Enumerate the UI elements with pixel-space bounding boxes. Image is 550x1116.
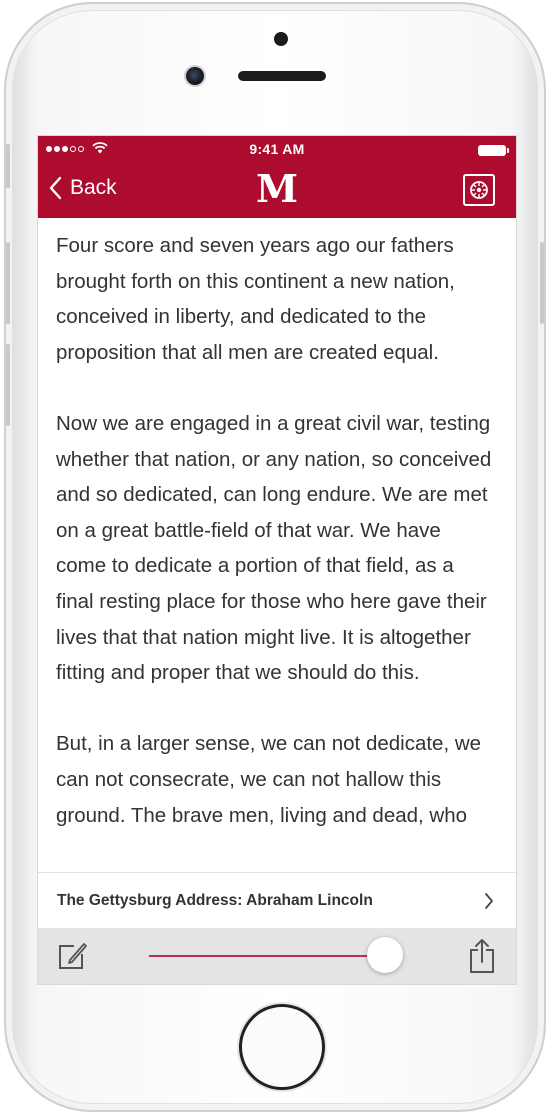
paragraph: Now we are engaged in a great civil war,… — [56, 411, 492, 685]
navigation-bar: 9:41 AM Back M — [38, 136, 516, 218]
share-button[interactable] — [468, 938, 496, 979]
reading-content[interactable]: Four score and seven years ago our fathe… — [56, 228, 496, 870]
power-button — [540, 242, 544, 324]
volume-down-button — [6, 344, 10, 426]
chapter-title: The Gettysburg Address: Abraham Lincoln — [57, 891, 373, 909]
earpiece-speaker — [238, 71, 326, 81]
edit-note-icon — [59, 943, 87, 969]
status-time: 9:41 AM — [249, 141, 305, 157]
mute-switch — [6, 144, 10, 188]
reader-settings-button[interactable] — [463, 174, 495, 206]
app-logo: M — [255, 166, 299, 211]
bottom-toolbar — [38, 928, 516, 984]
proximity-sensor — [274, 32, 288, 46]
chapter-bar[interactable]: The Gettysburg Address: Abraham Lincoln — [38, 872, 516, 928]
reader-settings-icon — [470, 181, 488, 199]
battery-icon — [478, 145, 509, 156]
chevron-right-icon — [485, 892, 493, 909]
status-bar: 9:41 AM — [38, 136, 516, 162]
note-button[interactable] — [56, 940, 88, 977]
front-camera — [186, 67, 204, 85]
home-button[interactable] — [239, 1004, 325, 1090]
paragraph: But, in a larger sense, we can not dedic… — [56, 732, 482, 827]
font-size-slider-track[interactable] — [149, 955, 385, 957]
app-screen: 9:41 AM Back M Four score and seven year… — [38, 136, 516, 984]
share-icon — [470, 939, 494, 973]
font-size-slider-thumb[interactable] — [367, 937, 403, 973]
paragraph: Four score and seven years ago our fathe… — [56, 234, 455, 364]
volume-up-button — [6, 242, 10, 324]
